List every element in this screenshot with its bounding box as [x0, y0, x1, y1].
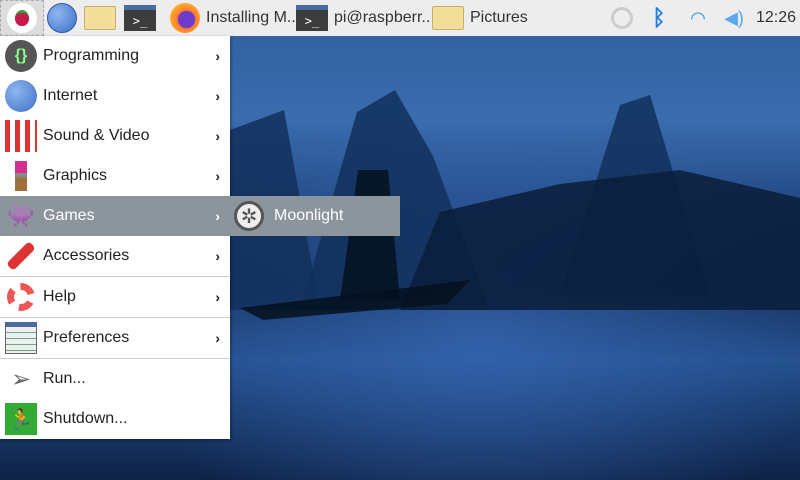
chevron-right-icon: › [215, 88, 220, 104]
menu-item-label: Help [43, 288, 76, 305]
knife-icon [5, 240, 37, 272]
menu-item-label: Programming [43, 47, 140, 64]
paper-plane-icon: ➢ [10, 365, 32, 393]
menu-item-graphics[interactable]: Graphics › [0, 156, 230, 196]
menu-item-accessories[interactable]: Accessories › [0, 236, 230, 276]
menu-item-sound-video[interactable]: Sound & Video › [0, 116, 230, 156]
menu-item-programming[interactable]: {} Programming › [0, 36, 230, 76]
chevron-right-icon: › [215, 48, 220, 64]
taskbar-window-terminal[interactable]: >_ pi@raspberr.. [296, 0, 432, 36]
menu-item-label: Graphics [43, 167, 108, 184]
taskbar: >_ Installing M.. >_ pi@raspberr.. Pictu… [0, 0, 800, 36]
globe-icon [5, 80, 37, 112]
chevron-right-icon: › [215, 330, 220, 346]
firefox-icon [170, 3, 200, 33]
volume-icon[interactable]: ◀) [716, 0, 752, 36]
chevron-right-icon: › [215, 248, 220, 264]
terminal-icon: >_ [296, 5, 328, 31]
games-submenu: ✲ Moonlight [228, 196, 400, 236]
menu-item-label: Accessories [43, 247, 130, 264]
menu-item-games[interactable]: 👾 Games › [0, 196, 230, 236]
menu-item-label: Games [43, 207, 95, 224]
menu-item-shutdown[interactable]: 🏃 Shutdown... [0, 399, 230, 439]
menu-item-internet[interactable]: Internet › [0, 76, 230, 116]
file-manager-launcher[interactable] [80, 0, 120, 36]
terminal-launcher[interactable]: >_ [120, 0, 160, 36]
folder-icon [432, 6, 464, 30]
terminal-icon: >_ [124, 5, 156, 31]
programming-icon: {} [5, 40, 37, 72]
updater-icon[interactable] [606, 0, 638, 36]
wifi-icon[interactable]: ◠ [680, 0, 716, 36]
sliders-icon [5, 322, 37, 354]
paintbrush-icon [5, 160, 37, 192]
submenu-item-moonlight[interactable]: ✲ Moonlight [228, 196, 400, 236]
lifebuoy-icon [5, 281, 37, 313]
menu-item-help[interactable]: Help › [0, 277, 230, 317]
bluetooth-icon[interactable]: ᛒ [638, 0, 680, 36]
chevron-right-icon: › [215, 128, 220, 144]
menu-button[interactable] [0, 0, 44, 36]
application-menu: {} Programming › Internet › Sound & Video › … [0, 36, 230, 439]
menu-item-label: Preferences [43, 329, 130, 346]
chevron-right-icon: › [215, 289, 220, 305]
taskbar-window-firefox[interactable]: Installing M.. [160, 0, 296, 36]
chevron-right-icon: › [215, 208, 220, 224]
window-title: Pictures [470, 9, 528, 26]
moonlight-icon: ✲ [234, 201, 264, 231]
menu-item-label: Internet [43, 87, 98, 104]
clock[interactable]: 12:26 [752, 0, 800, 36]
menu-item-label: Shutdown... [43, 410, 128, 427]
exit-icon: 🏃 [5, 403, 37, 435]
window-title: Installing M.. [206, 9, 296, 26]
menu-item-run[interactable]: ➢ Run... [0, 359, 230, 399]
taskbar-window-pictures[interactable]: Pictures [432, 0, 562, 36]
folder-icon [84, 6, 116, 30]
window-title: pi@raspberr.. [334, 9, 431, 26]
menu-item-preferences[interactable]: Preferences › [0, 318, 230, 358]
sound-video-icon [5, 120, 37, 152]
chevron-right-icon: › [215, 168, 220, 184]
raspberry-icon [7, 3, 37, 33]
menu-item-label: Run... [43, 370, 86, 387]
browser-launcher[interactable] [44, 0, 80, 36]
menu-item-label: Moonlight [274, 207, 344, 224]
invader-icon: 👾 [7, 203, 35, 228]
globe-icon [47, 3, 77, 33]
menu-item-label: Sound & Video [43, 127, 150, 144]
